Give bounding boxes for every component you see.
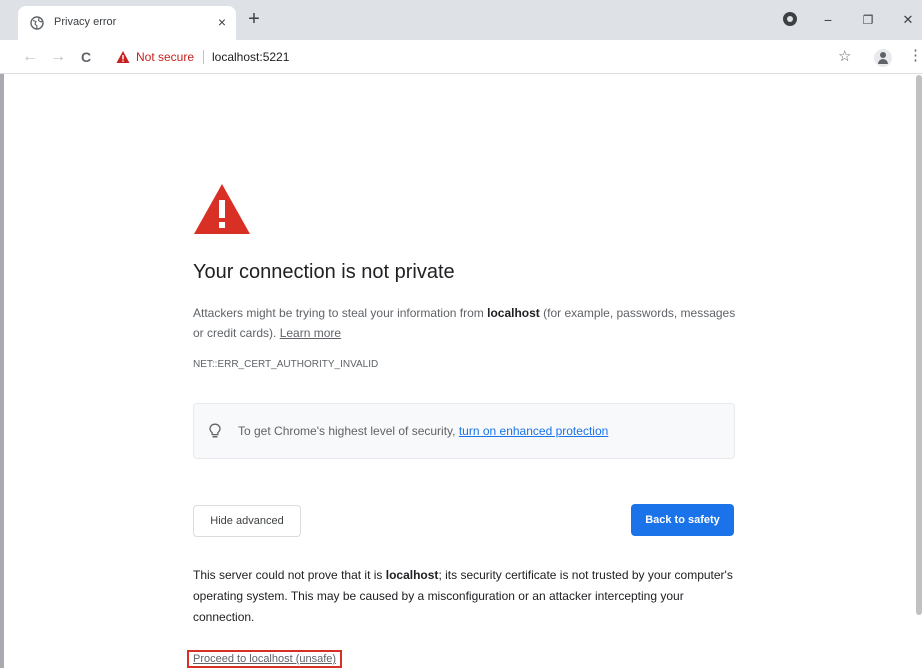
address-bar[interactable]: Not secure localhost:5221 <box>104 45 864 69</box>
tab-strip: Privacy error × + − ❐ ✕ <box>0 0 922 40</box>
address-divider <box>203 50 204 64</box>
incognito-indicator-icon[interactable] <box>783 12 797 26</box>
back-button[interactable]: ← <box>20 47 40 67</box>
forward-button[interactable]: → <box>48 47 68 67</box>
enhanced-protection-link[interactable]: turn on enhanced protection <box>459 424 608 438</box>
globe-icon <box>30 16 44 30</box>
hide-advanced-button[interactable]: Hide advanced <box>193 505 301 537</box>
danger-triangle-icon <box>194 184 250 234</box>
profile-avatar-icon[interactable] <box>874 49 892 67</box>
not-secure-warning-icon[interactable] <box>116 50 130 64</box>
details-host: localhost <box>385 568 439 582</box>
page-scrollbar[interactable] <box>916 75 922 615</box>
proceed-unsafe-link[interactable]: Proceed to localhost (unsafe) <box>187 650 343 668</box>
enhanced-protection-box: To get Chrome's highest level of securit… <box>193 403 735 459</box>
error-code: NET::ERR_CERT_AUTHORITY_INVALID <box>193 359 379 370</box>
lightbulb-icon <box>209 423 221 438</box>
back-to-safety-button[interactable]: Back to safety <box>631 504 734 536</box>
advanced-details-paragraph: This server could not prove that it is l… <box>193 568 733 624</box>
tab-close-icon[interactable]: × <box>214 14 230 30</box>
browser-menu-icon[interactable]: ⋮ <box>908 47 922 65</box>
intro-paragraph: Attackers might be trying to steal your … <box>193 306 736 340</box>
security-status-label[interactable]: Not secure <box>136 50 194 64</box>
reload-button[interactable]: C <box>76 47 96 67</box>
new-tab-button[interactable]: + <box>244 9 264 30</box>
restore-button[interactable]: ❐ <box>856 8 880 32</box>
tab-title: Privacy error <box>54 16 117 28</box>
enhanced-protection-text: To get Chrome's highest level of securit… <box>238 424 609 438</box>
window-left-edge <box>0 0 4 668</box>
browser-toolbar: ← → C Not secure localhost:5221 ☆ ⋮ <box>0 40 922 74</box>
page-title: Your connection is not private <box>193 261 455 283</box>
intro-host: localhost <box>487 306 540 320</box>
learn-more-link[interactable]: Learn more <box>280 326 341 340</box>
close-window-button[interactable]: ✕ <box>896 8 920 32</box>
tab-privacy-error[interactable]: Privacy error × <box>18 6 236 40</box>
url-text[interactable]: localhost:5221 <box>212 50 289 64</box>
bookmark-star-icon[interactable]: ☆ <box>838 47 851 65</box>
minimize-button[interactable]: − <box>816 8 840 32</box>
